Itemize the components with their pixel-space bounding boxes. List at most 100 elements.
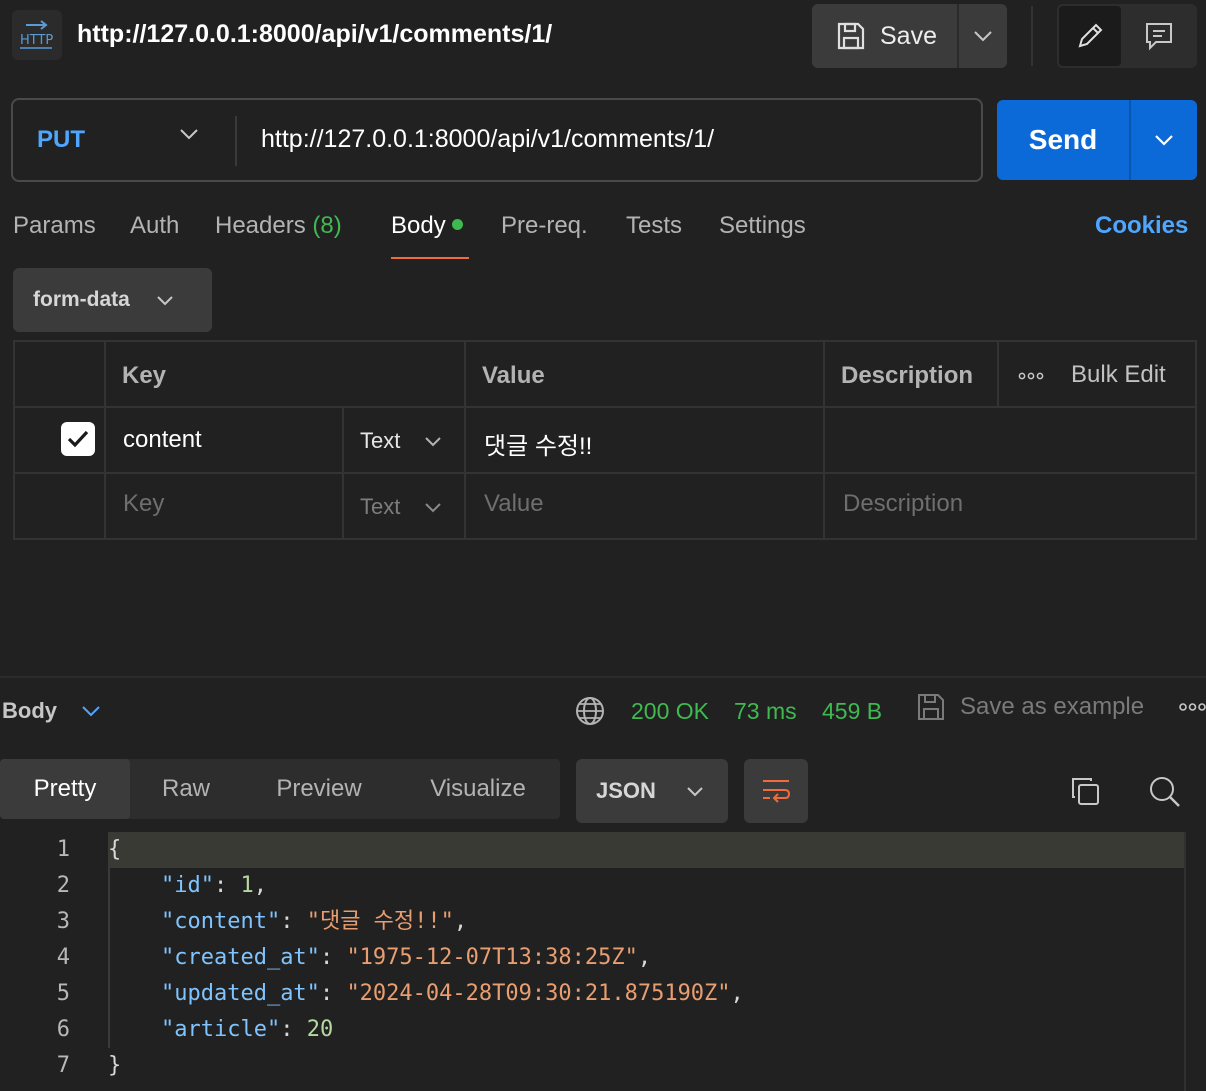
response-divider (0, 676, 1206, 678)
code-line: 2 "id": 1, (0, 868, 1206, 904)
tab-auth[interactable]: Auth (130, 212, 179, 240)
row-type-select[interactable]: Text (360, 428, 400, 454)
line-number: 7 (56, 1053, 70, 1078)
json-value: 20 (306, 1017, 334, 1042)
save-icon (836, 21, 866, 51)
tab-body-label: Body (391, 212, 446, 239)
url-bar: PUT http://127.0.0.1:8000/api/v1/comment… (11, 98, 983, 182)
save-as-example-button[interactable]: Save as example (916, 692, 1144, 722)
line-number: 4 (56, 945, 70, 970)
comments-button[interactable] (1123, 4, 1195, 68)
format-label: JSON (596, 778, 656, 803)
send-button-group: Send (997, 100, 1197, 180)
column-header-description: Description (841, 362, 974, 389)
more-options-icon[interactable] (1018, 372, 1044, 380)
save-options-button[interactable] (957, 4, 1007, 68)
svg-text:HTTP: HTTP (20, 33, 53, 48)
more-options-icon[interactable] (1179, 702, 1206, 712)
url-input[interactable]: http://127.0.0.1:8000/api/v1/comments/1/ (261, 125, 714, 154)
tab-preview[interactable]: Preview (242, 759, 396, 819)
chevron-down-icon[interactable] (424, 502, 442, 513)
globe-icon[interactable] (575, 696, 605, 726)
tab-headers[interactable]: Headers (8) (215, 212, 342, 240)
search-icon[interactable] (1149, 776, 1181, 808)
line-number: 1 (56, 837, 70, 862)
url-divider (235, 116, 237, 166)
code-line: 5 "updated_at": "2024-04-28T09:30:21.875… (0, 976, 1206, 1012)
indent-guide (108, 868, 110, 1048)
json-comma: , (730, 981, 744, 1006)
pencil-icon (1075, 21, 1105, 51)
wrap-lines-button[interactable] (744, 759, 808, 823)
chevron-down-icon[interactable] (179, 128, 199, 140)
code-line: 3 "content": "댓글 수정!!", (0, 904, 1206, 940)
column-header-value: Value (482, 362, 545, 389)
tab-tests[interactable]: Tests (626, 212, 682, 240)
line-number: 5 (56, 981, 70, 1006)
active-tab-underline (391, 257, 469, 259)
tab-pretty[interactable]: Pretty (0, 759, 130, 819)
headers-count: (8) (312, 212, 342, 239)
code-text: "created_at": "1975-12-07T13:38:25Z", (160, 945, 652, 970)
tab-body[interactable]: Body (391, 212, 463, 240)
chevron-down-icon (156, 295, 174, 306)
body-indicator-dot (451, 219, 463, 231)
code-text: "updated_at": "2024-04-28T09:30:21.87519… (160, 981, 744, 1006)
status-code[interactable]: 200 OK (631, 698, 709, 725)
new-description-input[interactable]: Description (843, 490, 963, 518)
save-as-example-label: Save as example (960, 693, 1145, 720)
row-key[interactable]: content (123, 426, 202, 454)
bulk-edit-button[interactable]: Bulk Edit (1071, 361, 1166, 389)
code-ruler (1184, 832, 1186, 1091)
chevron-down-icon (1154, 134, 1174, 146)
response-view-tabs: Pretty Raw Preview Visualize (0, 759, 560, 819)
side-actions (1057, 4, 1197, 68)
tab-raw[interactable]: Raw (130, 759, 242, 819)
send-options-button[interactable] (1131, 100, 1197, 180)
form-data-table: Key Value Description Bulk Edit content … (13, 340, 1197, 540)
response-section-label: Body (2, 698, 57, 723)
method-select[interactable]: PUT (37, 126, 85, 154)
json-key: "id" (160, 873, 214, 898)
copy-icon[interactable] (1070, 776, 1100, 806)
format-select[interactable]: JSON (576, 759, 728, 823)
save-button[interactable]: Save (812, 4, 957, 68)
row-checkbox[interactable] (61, 422, 95, 456)
code-line: 1{ (0, 832, 1206, 868)
checkmark-icon (66, 429, 90, 449)
tab-visualize[interactable]: Visualize (396, 759, 560, 819)
save-label: Save (880, 21, 937, 50)
request-title[interactable]: http://127.0.0.1:8000/api/v1/comments/1/ (77, 20, 552, 49)
edit-button[interactable] (1057, 4, 1123, 68)
wrap-lines-icon (761, 778, 791, 804)
code-text: "id": 1, (160, 873, 267, 898)
new-key-input[interactable]: Key (123, 490, 164, 518)
json-key: "content" (160, 909, 281, 934)
response-time[interactable]: 73 ms (734, 698, 797, 725)
tab-params[interactable]: Params (13, 212, 96, 240)
row-type-label: Text (360, 428, 401, 453)
tab-prereq[interactable]: Pre-req. (501, 212, 588, 240)
comment-icon (1144, 21, 1174, 51)
response-size[interactable]: 459 B (822, 698, 882, 725)
code-line: 7} (0, 1048, 1206, 1084)
response-code-view[interactable]: 1{2 "id": 1, 3 "content": "댓글 수정!!", 4 "cr… (0, 832, 1206, 1091)
json-comma: , (453, 909, 468, 934)
json-key: "article" (160, 1017, 281, 1042)
new-type-select[interactable]: Text (360, 494, 400, 520)
row-value[interactable]: 댓글 수정!! (484, 426, 592, 461)
http-icon: HTTP (12, 10, 62, 60)
json-key: "updated_at" (160, 981, 320, 1006)
response-section-select[interactable]: Body (2, 698, 101, 724)
new-value-input[interactable]: Value (484, 490, 544, 518)
cookies-link[interactable]: Cookies (1095, 212, 1188, 240)
new-type-label: Text (360, 494, 401, 519)
code-text: { (108, 832, 1184, 868)
send-button[interactable]: Send (997, 100, 1131, 180)
tab-settings[interactable]: Settings (719, 212, 806, 240)
json-value: "1975-12-07T13:38:25Z" (346, 945, 638, 970)
code-line: 4 "created_at": "1975-12-07T13:38:25Z", (0, 940, 1206, 976)
code-text: "article": 20 (160, 1017, 334, 1042)
chevron-down-icon[interactable] (424, 436, 442, 447)
body-type-select[interactable]: form-data (13, 268, 212, 332)
